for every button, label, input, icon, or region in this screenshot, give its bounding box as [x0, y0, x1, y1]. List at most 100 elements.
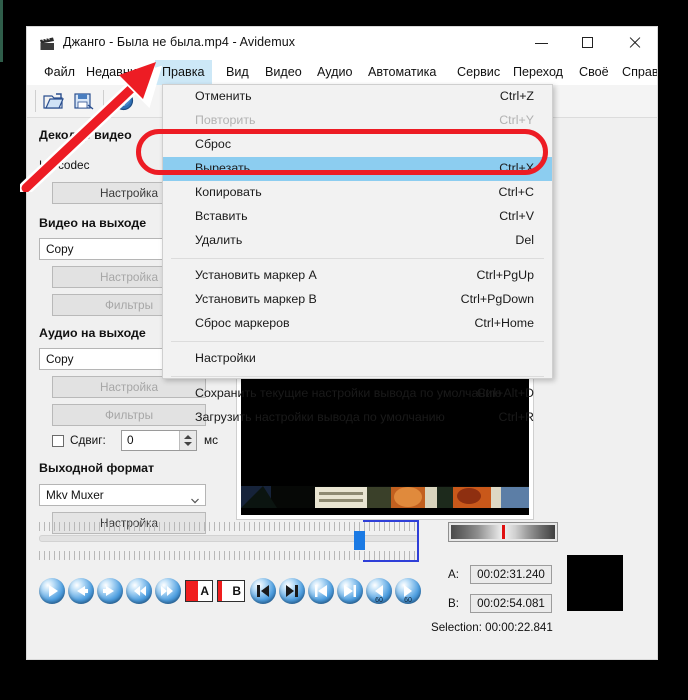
menu-separator	[171, 258, 544, 259]
audio-level-marker	[501, 525, 505, 539]
audio-shift-stepper[interactable]: 0	[121, 430, 197, 451]
edit-menu-item-9[interactable]: Установить маркер B Ctrl+PgDown	[163, 288, 552, 312]
menu-8[interactable]: Переход	[506, 60, 570, 85]
menu-3[interactable]: Вид	[219, 60, 256, 85]
transport-controls: A B 60 60	[39, 578, 421, 608]
rewind-button[interactable]	[126, 578, 152, 604]
menu-separator	[171, 341, 544, 342]
svg-text:60: 60	[375, 597, 383, 604]
timeline-slider[interactable]	[39, 520, 419, 562]
menu-1[interactable]: Недавние	[79, 60, 151, 85]
save-file-icon[interactable]	[73, 91, 94, 115]
play-button[interactable]	[39, 578, 65, 604]
menu-10[interactable]: Справка	[615, 60, 657, 85]
screenshot-root: Джанго - Была не была.mp4 - Avidemux Фай…	[0, 0, 688, 700]
info-icon[interactable]	[113, 90, 134, 116]
next-frame-button[interactable]	[97, 578, 123, 604]
menu-separator	[171, 376, 544, 377]
edit-menu-item-accelerator: Ctrl+Y	[499, 113, 534, 127]
video-decoder-title: Декодер видео	[39, 128, 132, 142]
marker-b-button[interactable]: B	[217, 578, 245, 604]
back-60-button[interactable]: 60	[366, 578, 392, 604]
output-format-muxer-select[interactable]: Mkv Muxer	[39, 484, 206, 506]
go-start-button[interactable]	[250, 578, 276, 604]
edit-menu-item-accelerator: Ctrl+PgDown	[460, 292, 534, 306]
edit-menu-item-accelerator: Ctrl+Home	[474, 316, 534, 330]
edit-menu-item-label: Вырезать	[195, 161, 251, 175]
previous-frame-button[interactable]	[68, 578, 94, 604]
audio-shift-checkbox[interactable]	[52, 435, 64, 447]
edit-menu-item-14[interactable]: Сохранить текущие настройки вывода по ум…	[163, 382, 552, 406]
forward-button[interactable]	[155, 578, 181, 604]
edit-menu-item-8[interactable]: Установить маркер A Ctrl+PgUp	[163, 264, 552, 288]
audio-shift-label: Сдвиг:	[70, 433, 106, 447]
output-format-muxer-value: Mkv Muxer	[46, 488, 104, 502]
audio-output-title: Аудио на выходе	[39, 326, 146, 340]
menu-2[interactable]: Правка	[155, 60, 212, 85]
edit-menu-item-10[interactable]: Сброс маркеров Ctrl+Home	[163, 312, 552, 336]
menu-5[interactable]: Аудио	[310, 60, 360, 85]
toolbar-separator	[35, 90, 36, 112]
edit-menu-item-4[interactable]: Копировать Ctrl+C	[163, 181, 552, 205]
edit-menu-item-accelerator: Ctrl+PgUp	[476, 268, 534, 282]
toolbar-separator	[103, 90, 104, 112]
prev-keyframe-button[interactable]	[308, 578, 334, 604]
open-file-icon[interactable]	[43, 91, 64, 115]
selection-duration: Selection: 00:00:22.841	[431, 621, 553, 634]
window-title: Джанго - Была не была.mp4 - Avidemux	[63, 35, 296, 49]
marker-a-value[interactable]: 00:02:31.240	[470, 565, 552, 584]
desktop-edge	[0, 0, 3, 62]
edit-menu-item-accelerator: Ctrl+Alt+D	[476, 386, 534, 400]
stepper-arrows-icon[interactable]	[179, 431, 196, 450]
edit-menu-item-accelerator: Del	[515, 233, 534, 247]
close-icon[interactable]	[611, 27, 657, 58]
maximize-icon[interactable]	[565, 27, 611, 58]
menu-6[interactable]: Автоматика	[361, 60, 443, 85]
edit-menu-item-label: Установить маркер A	[195, 268, 317, 282]
edit-menu-item-label: Настройки	[195, 351, 256, 365]
timeline-ticks-bottom	[39, 551, 419, 560]
edit-menu-item-accelerator: Ctrl+Z	[499, 89, 534, 103]
chevron-down-icon	[191, 491, 199, 504]
edit-menu-item-label: Загрузить настройки вывода по умолчанию	[195, 410, 445, 424]
edit-menu-item-6[interactable]: Удалить Del	[163, 229, 552, 253]
menu-bar[interactable]: Файл Недавние Правка Вид Видео Аудио Автоматик…	[27, 60, 657, 85]
edit-menu-item-label: Копировать	[195, 185, 262, 199]
edit-menu-item-accelerator: Ctrl+V	[499, 209, 534, 223]
edit-menu-popup[interactable]: Отменить Ctrl+Z Повторить Ctrl+Y Сброс Выреза…	[162, 84, 553, 424]
edit-menu-item-15[interactable]: Загрузить настройки вывода по умолчанию C…	[163, 406, 552, 430]
video-decoder-codec: Lavcodec	[39, 158, 90, 172]
video-output-title: Видео на выходе	[39, 216, 147, 230]
audio-shift-unit: мс	[204, 433, 219, 447]
edit-menu-item-label: Сброс	[195, 137, 232, 151]
edit-menu-item-5[interactable]: Вставить Ctrl+V	[163, 205, 552, 229]
edit-menu-item-accelerator: Ctrl+C	[498, 185, 534, 199]
go-end-button[interactable]	[279, 578, 305, 604]
marker-b-value[interactable]: 00:02:54.081	[470, 594, 552, 613]
edit-menu-item-label: Вставить	[195, 209, 248, 223]
svg-text:60: 60	[404, 597, 412, 604]
forward-60-button[interactable]: 60	[395, 578, 421, 604]
edit-menu-item-accelerator: Ctrl+X	[499, 161, 534, 175]
edit-menu-item-3[interactable]: Вырезать Ctrl+X	[163, 157, 552, 181]
edit-menu-item-label: Установить маркер B	[195, 292, 317, 306]
next-keyframe-button[interactable]	[337, 578, 363, 604]
audio-shift-value: 0	[127, 433, 134, 447]
avidemux-window: Джанго - Была не была.mp4 - Avidemux Фай…	[26, 26, 658, 660]
menu-7[interactable]: Сервис	[450, 60, 507, 85]
timeline-thumb[interactable]	[354, 531, 365, 550]
menu-4[interactable]: Видео	[258, 60, 309, 85]
timeline-ticks-top	[39, 522, 419, 531]
edit-menu-item-2[interactable]: Сброс	[163, 133, 552, 157]
audio-level-meter	[448, 522, 558, 542]
video-frame-image	[241, 486, 529, 515]
menu-9[interactable]: Своё	[572, 60, 616, 85]
edit-menu-item-0[interactable]: Отменить Ctrl+Z	[163, 85, 552, 109]
marker-a-button[interactable]: A	[185, 578, 213, 604]
edit-menu-item-label: Отменить	[195, 89, 252, 103]
minimize-icon[interactable]	[519, 27, 565, 58]
edit-menu-item-1[interactable]: Повторить Ctrl+Y	[163, 109, 552, 133]
edit-menu-item-12[interactable]: Настройки	[163, 347, 552, 371]
edit-menu-item-accelerator: Ctrl+R	[498, 410, 534, 424]
menu-0[interactable]: Файл	[37, 60, 82, 85]
